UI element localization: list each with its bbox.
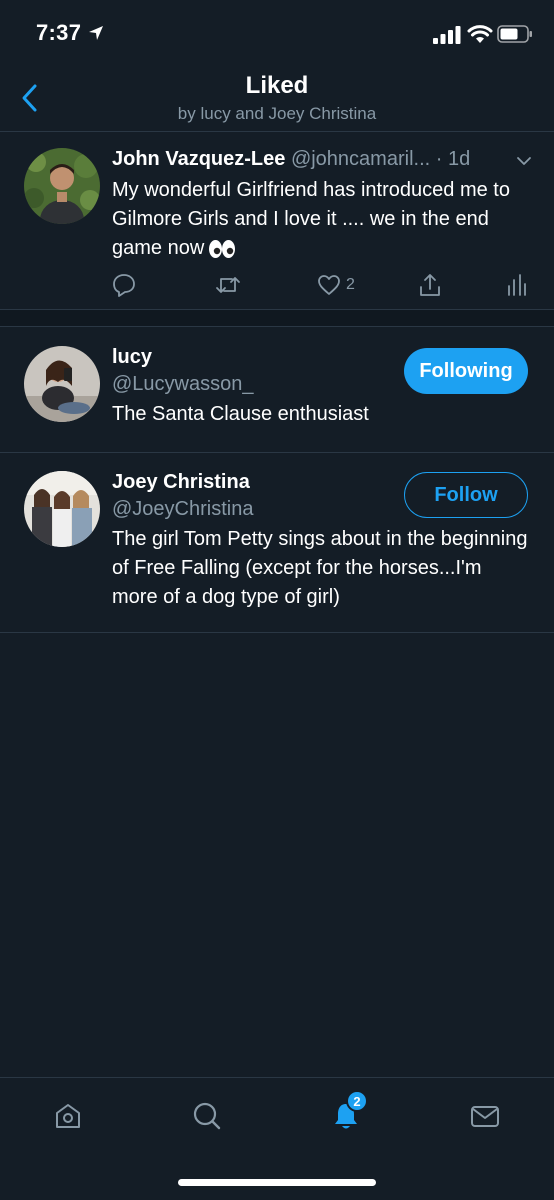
user-handle: @Lucywasson_: [112, 373, 254, 395]
tweet-header: John Vazquez-Lee @johncamaril... · 1d: [112, 148, 538, 174]
user-bio: The girl Tom Petty sings about in the be…: [112, 528, 528, 608]
user-row[interactable]: Joey Christina @JoeyChristina The girl T…: [0, 453, 554, 633]
analytics-button[interactable]: [504, 271, 530, 299]
eyes-emoji-icon: [209, 239, 236, 258]
search-icon: [193, 1102, 221, 1130]
like-button[interactable]: 2: [316, 271, 355, 299]
chevron-down-icon[interactable]: [516, 153, 532, 169]
tweet-text: My wonderful Girlfriend has introduced m…: [112, 176, 532, 263]
tab-search[interactable]: [187, 1096, 227, 1136]
tweet-actions: 2: [0, 271, 554, 301]
battery-icon: [497, 25, 532, 43]
page-title: Liked: [245, 72, 309, 99]
follow-button[interactable]: Follow: [404, 472, 528, 518]
analytics-icon: [508, 274, 526, 296]
tweet-body: My wonderful Girlfriend has introduced m…: [112, 179, 510, 259]
tweet-author-handle: @johncamaril...: [290, 148, 431, 170]
mail-icon: [471, 1106, 499, 1127]
retweet-button[interactable]: [215, 271, 241, 299]
page-subtitle: by lucy and Joey Christina: [177, 104, 377, 123]
user-handle: @JoeyChristina: [112, 498, 254, 520]
notification-badge: 2: [346, 1090, 368, 1112]
share-icon: [420, 274, 440, 296]
wifi-icon: [467, 25, 493, 43]
user-row[interactable]: lucy @Lucywasson_ The Santa Clause enthu…: [0, 328, 554, 453]
user-name[interactable]: Joey Christina: [112, 471, 250, 494]
nav-header: Liked by lucy and Joey Christina: [0, 64, 554, 132]
location-arrow-icon: [89, 26, 103, 40]
heart-icon: [318, 275, 340, 295]
user-avatar[interactable]: [24, 346, 100, 422]
tab-home[interactable]: [48, 1096, 88, 1136]
tweet-author-name[interactable]: John Vazquez-Lee: [112, 148, 285, 170]
home-icon: [56, 1104, 80, 1128]
status-time: 7:37: [36, 20, 82, 45]
following-button[interactable]: Following: [404, 348, 528, 394]
tab-messages[interactable]: [465, 1096, 505, 1136]
retweet-icon: [216, 277, 240, 293]
signal-icon: [433, 26, 461, 44]
section-separator: [0, 310, 554, 327]
user-name[interactable]: lucy: [112, 346, 152, 369]
screen: 7:37 Liked by lucy and Joey Christina Jo…: [0, 0, 554, 1200]
like-count: 2: [346, 276, 355, 293]
reply-icon: [113, 274, 135, 297]
home-indicator[interactable]: [178, 1179, 376, 1186]
tab-notifications[interactable]: 2: [326, 1090, 368, 1136]
user-bio: The Santa Clause enthusiast: [112, 403, 369, 425]
reply-button[interactable]: [111, 271, 137, 299]
share-button[interactable]: [417, 271, 443, 299]
tweet-timestamp: · 1d: [435, 148, 471, 170]
user-avatar[interactable]: [24, 471, 100, 547]
status-bar: 7:37: [0, 0, 554, 64]
tweet[interactable]: John Vazquez-Lee @johncamaril... · 1d My…: [0, 133, 554, 310]
tweet-author-avatar[interactable]: [24, 148, 100, 224]
